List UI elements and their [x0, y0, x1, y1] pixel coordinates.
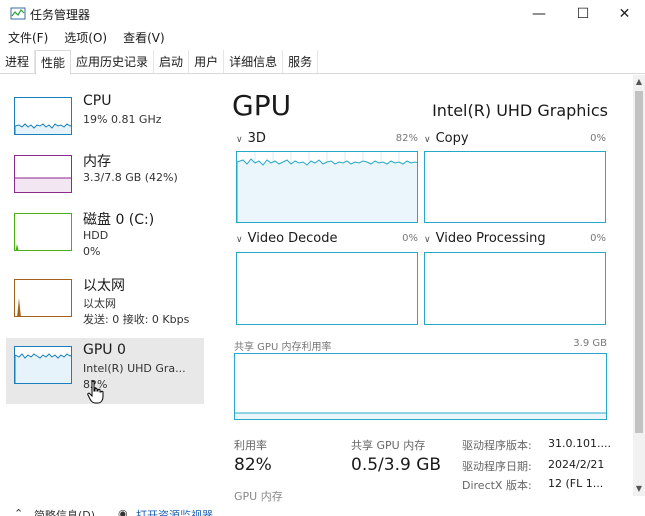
sidebar-item-gpu[interactable]: GPU 0 Intel(R) UHD Gra... 82%: [6, 338, 204, 404]
engine-percent: 0%: [590, 233, 606, 244]
engine-selector-video-processing[interactable]: ∨ Video Processing: [424, 231, 546, 246]
chevron-down-icon: ∨: [424, 135, 431, 145]
maximize-icon: ☐: [576, 6, 590, 22]
menu-options[interactable]: 选项(O): [56, 29, 115, 49]
sidebar-item-sub: 19% 0.81 GHz: [83, 113, 162, 126]
shared-memory-graph-label: 共享 GPU 内存利用率: [234, 342, 332, 353]
scroll-up-icon[interactable]: ▲: [633, 75, 645, 89]
hand-cursor-icon: [87, 380, 104, 404]
shared-gpu-memory-label: 共享 GPU 内存: [351, 439, 426, 452]
engine-percent: 0%: [590, 133, 606, 144]
cpu-thumbnail-graph: [14, 97, 72, 135]
engine-label: 3D: [247, 131, 266, 146]
sidebar-item-sub: HDD: [83, 229, 109, 242]
maximize-button[interactable]: ☐: [560, 0, 606, 28]
sidebar-item-memory[interactable]: 内存 3.3/7.8 GB (42%): [6, 147, 204, 213]
tab-processes[interactable]: 进程: [0, 50, 36, 73]
sidebar-item-sub2: 发送: 0 接收: 0 Kbps: [83, 313, 190, 326]
sidebar-item-disk[interactable]: 磁盘 0 (C:) HDD 0%: [6, 205, 204, 271]
chevron-down-icon: ∨: [236, 135, 243, 145]
sidebar-item-cpu[interactable]: CPU 19% 0.81 GHz: [6, 89, 204, 155]
directx-version-value: 12 (FL 1...: [548, 477, 604, 490]
driver-version-value: 31.0.101....: [548, 437, 611, 450]
tab-app-history[interactable]: 应用历史记录: [71, 50, 155, 73]
page-title: GPU: [232, 89, 292, 122]
gpu-detail-panel: GPU Intel(R) UHD Graphics ∨ 3D 82% ∨ Copy …: [222, 75, 634, 516]
engine-percent: 82%: [395, 133, 418, 144]
less-details-icon[interactable]: ⌃: [14, 507, 23, 516]
graph-3d: [236, 151, 418, 223]
gpu-thumbnail-graph: [14, 346, 72, 384]
tab-details[interactable]: 详细信息: [224, 50, 284, 73]
engine-label: Video Processing: [435, 231, 546, 246]
sidebar-item-sub: 以太网: [83, 297, 116, 310]
gpu-memory-label: GPU 内存: [234, 490, 283, 503]
sidebar-item-title: 内存: [83, 154, 111, 170]
chevron-down-icon: ∨: [424, 235, 431, 245]
tab-startup[interactable]: 启动: [154, 50, 190, 73]
graph-shared-memory: [234, 353, 607, 420]
sidebar-item-title: 磁盘 0 (C:): [83, 212, 155, 228]
engine-selector-copy[interactable]: ∨ Copy: [424, 131, 469, 146]
engine-selector-3d[interactable]: ∨ 3D: [236, 131, 266, 146]
scrollbar-thumb[interactable]: [635, 91, 643, 433]
graph-copy: [424, 151, 606, 223]
sidebar-item-title: GPU 0: [83, 342, 126, 358]
shared-gpu-memory-value: 0.5/3.9 GB: [351, 455, 442, 475]
tab-bar: 进程 性能 应用历史记录 启动 用户 详细信息 服务: [0, 50, 645, 75]
ethernet-thumbnail-graph: [14, 279, 72, 317]
task-manager-icon: [10, 7, 26, 20]
engine-selector-video-decode[interactable]: ∨ Video Decode: [236, 231, 338, 246]
memory-thumbnail-graph: [14, 155, 72, 193]
graph-video-processing: [424, 252, 606, 325]
menu-view[interactable]: 查看(V): [115, 29, 173, 49]
scroll-down-icon[interactable]: ▼: [633, 482, 645, 496]
sidebar-item-title: 以太网: [83, 278, 125, 294]
sidebar-item-sub2: 0%: [83, 245, 101, 258]
driver-date-value: 2024/2/21: [548, 458, 605, 471]
sidebar-item-ethernet[interactable]: 以太网 以太网 发送: 0 接收: 0 Kbps: [6, 271, 204, 337]
tab-performance[interactable]: 性能: [35, 50, 72, 75]
chevron-down-icon: ∨: [236, 235, 243, 245]
utilization-label: 利用率: [234, 439, 267, 452]
directx-version-label: DirectX 版本:: [462, 479, 532, 492]
shared-memory-max: 3.9 GB: [573, 338, 607, 349]
minimize-button[interactable]: —: [516, 0, 562, 28]
sidebar-item-sub: 3.3/7.8 GB (42%): [83, 171, 178, 184]
close-icon: ✕: [618, 6, 631, 22]
driver-date-label: 驱动程序日期:: [462, 460, 532, 473]
gpu-device-name: Intel(R) UHD Graphics: [432, 101, 608, 120]
window-title: 任务管理器: [30, 8, 91, 22]
vertical-scrollbar[interactable]: ▲ ▼: [633, 75, 645, 496]
minimize-icon: —: [532, 6, 546, 22]
tab-users[interactable]: 用户: [189, 50, 225, 73]
disk-thumbnail-graph: [14, 213, 72, 251]
title-bar: 任务管理器 — ☐ ✕: [0, 0, 645, 28]
engine-percent: 0%: [402, 233, 418, 244]
resource-sidebar: CPU 19% 0.81 GHz 内存 3.3/7.8 GB (42%) 磁盘 …: [0, 75, 210, 516]
footer-bar: ⌃ 简略信息(D) ◉ 打开资源监视器: [0, 503, 645, 516]
engine-label: Copy: [435, 131, 469, 146]
resource-monitor-icon: ◉: [118, 507, 128, 516]
less-details-link[interactable]: 简略信息(D): [34, 507, 95, 516]
utilization-value: 82%: [234, 455, 272, 475]
tab-services[interactable]: 服务: [283, 50, 319, 73]
menu-file[interactable]: 文件(F): [0, 29, 56, 49]
close-button[interactable]: ✕: [604, 0, 645, 28]
menu-bar: 文件(F) 选项(O) 查看(V): [0, 29, 173, 49]
sidebar-item-sub: Intel(R) UHD Gra...: [83, 362, 186, 375]
open-resource-monitor-link[interactable]: 打开资源监视器: [136, 507, 213, 516]
driver-version-label: 驱动程序版本:: [462, 439, 532, 452]
sidebar-item-title: CPU: [83, 93, 112, 109]
graph-video-decode: [236, 252, 418, 325]
engine-label: Video Decode: [247, 231, 338, 246]
